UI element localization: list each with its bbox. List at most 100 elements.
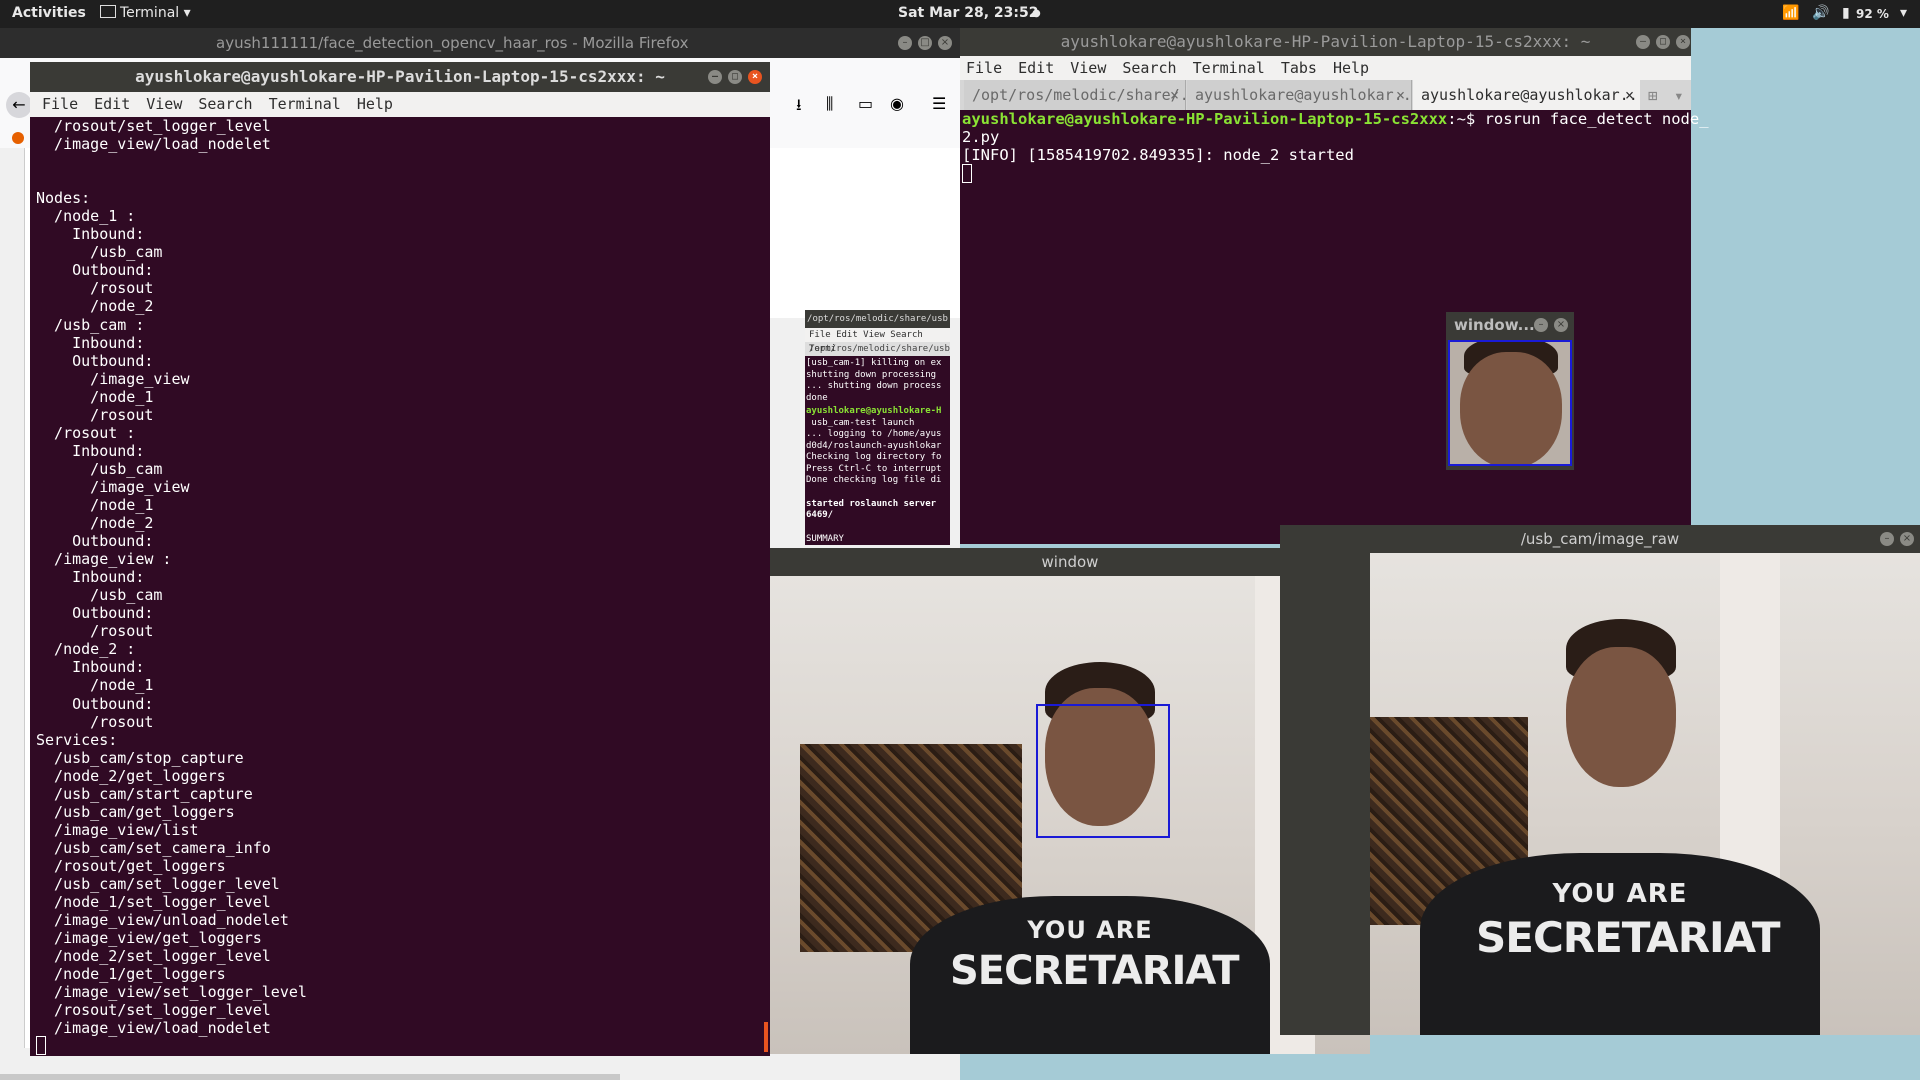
menu-terminal[interactable]: Terminal xyxy=(269,95,341,113)
small-terminal: /opt/ros/melodic/share/usb File Edit Vie… xyxy=(805,310,950,545)
minimize-icon[interactable]: – xyxy=(898,36,912,50)
terminal-icon xyxy=(100,5,116,18)
raw-image-window-title: /usb_cam/image_raw xyxy=(1280,525,1920,553)
left-terminal: ayushlokare@ayushlokare-HP-Pavilion-Lapt… xyxy=(30,62,770,1056)
maximize-icon[interactable]: □ xyxy=(1656,35,1670,49)
menu-edit[interactable]: Edit xyxy=(1018,59,1054,77)
shirt-text-bottom: SECRETARIAT xyxy=(1476,913,1781,962)
close-icon[interactable]: × xyxy=(1554,318,1568,332)
page-content xyxy=(770,148,960,318)
command-wrap: 2.py xyxy=(962,128,1000,146)
right-terminal: ayushlokare@ayushlokare-HP-Pavilion-Lapt… xyxy=(960,28,1709,544)
firefox-titlebar: ayush111111/face_detection_opencv_haar_r… xyxy=(0,28,960,58)
tab-2[interactable]: ayushlokare@ayushlokar... × xyxy=(1187,80,1412,110)
scrollbar-thumb[interactable] xyxy=(764,1022,768,1052)
close-tab-icon[interactable]: × xyxy=(1170,80,1179,110)
close-icon[interactable]: × xyxy=(1900,532,1914,546)
minimize-icon[interactable]: – xyxy=(1534,318,1548,332)
left-terminal-title: ayushlokare@ayushlokare-HP-Pavilion-Lapt… xyxy=(135,67,665,86)
menu-help[interactable]: Help xyxy=(357,95,393,113)
cursor xyxy=(36,1036,46,1055)
close-icon[interactable]: × xyxy=(938,36,952,50)
chevron-down-icon[interactable]: ▾ xyxy=(1674,86,1684,105)
tab-2-label: ayushlokare@ayushlokar... xyxy=(1195,86,1412,104)
camera-frame-raw: YOU ARE SECRETARIAT xyxy=(1370,553,1920,1035)
account-icon[interactable]: ◉ xyxy=(890,94,904,113)
tab-3-active[interactable]: ayushlokare@ayushlokar... × xyxy=(1413,80,1640,110)
menu-help[interactable]: Help xyxy=(1333,59,1369,77)
library-icon[interactable]: ⫼ xyxy=(826,94,833,114)
chevron-down-icon[interactable]: ▾ xyxy=(1900,5,1907,21)
menu-view[interactable]: View xyxy=(1070,59,1106,77)
shirt-text-top: YOU ARE xyxy=(1552,879,1688,909)
small-terminal-menu[interactable]: File Edit View Search Termi xyxy=(805,328,950,354)
hamburger-menu-icon[interactable]: ☰ xyxy=(932,94,946,113)
volume-icon[interactable]: 🔊 xyxy=(1812,5,1829,21)
menu-edit[interactable]: Edit xyxy=(94,95,130,113)
cursor xyxy=(962,164,972,183)
info-line: [INFO] [1585419702.849335]: node_2 start… xyxy=(962,146,1354,164)
small-terminal-output-3: started roslaunch server 6469/ xyxy=(806,498,937,521)
battery-level: 92 % xyxy=(1856,7,1889,21)
face-crop-window: window... – × xyxy=(1446,312,1574,470)
menu-view[interactable]: View xyxy=(146,95,182,113)
shirt-text-top: YOU ARE xyxy=(1027,916,1153,944)
right-terminal-titlebar: ayushlokare@ayushlokare-HP-Pavilion-Lapt… xyxy=(960,28,1691,56)
menu-file[interactable]: File xyxy=(966,59,1002,77)
small-terminal-titlebar: /opt/ros/melodic/share/usb xyxy=(805,310,950,328)
small-terminal-output: [usb_cam-1] killing on ex shutting down … xyxy=(806,358,942,403)
firefox-icon xyxy=(12,132,24,144)
back-icon[interactable]: ← xyxy=(6,92,32,118)
right-terminal-title: ayushlokare@ayushlokare-HP-Pavilion-Lapt… xyxy=(1060,32,1591,51)
wifi-icon[interactable]: 📶 xyxy=(1782,5,1799,21)
raw-image-window: /usb_cam/image_raw – × YOU ARE SECRETARI… xyxy=(1280,525,1920,1035)
terminal-app-menu[interactable]: Terminal ▾ xyxy=(100,5,191,21)
small-terminal-output-4: SUMMARY xyxy=(806,533,844,544)
firefox-title: ayush111111/face_detection_opencv_haar_r… xyxy=(216,34,689,52)
close-icon[interactable]: × xyxy=(748,70,762,84)
left-terminal-output: /rosout/set_logger_level /image_view/loa… xyxy=(36,117,307,1038)
notification-dot-icon: ● xyxy=(1032,8,1041,19)
small-terminal-output-2: usb_cam-test launch ... logging to /home… xyxy=(806,417,942,486)
top-bar: Activities Terminal ▾ Sat Mar 28, 23:52 … xyxy=(0,0,1920,28)
menu-file[interactable]: File xyxy=(42,95,78,113)
prompt-user-host: ayushlokare@ayushlokare-HP-Pavilion-Lapt… xyxy=(962,110,1448,128)
close-tab-icon[interactable]: × xyxy=(1396,80,1405,110)
activities-button[interactable]: Activities xyxy=(12,5,86,21)
menu-search[interactable]: Search xyxy=(1122,59,1176,77)
menu-terminal[interactable]: Terminal xyxy=(1193,59,1265,77)
tab-3-label: ayushlokare@ayushlokar... xyxy=(1421,86,1640,104)
close-tab-icon[interactable]: × xyxy=(1625,80,1634,110)
sidebar-icon[interactable]: ▭ xyxy=(858,94,873,113)
left-terminal-titlebar: ayushlokare@ayushlokare-HP-Pavilion-Lapt… xyxy=(30,62,770,92)
app-menu-label: Terminal xyxy=(120,5,180,21)
right-terminal-menubar: File Edit View Search Terminal Tabs Help xyxy=(960,56,1691,80)
minimize-icon[interactable]: – xyxy=(1880,532,1894,546)
right-terminal-tabbar: /opt/ros/melodic/share/... × ayushlokare@… xyxy=(960,80,1691,110)
tab-1-label: /opt/ros/melodic/share/... xyxy=(972,86,1186,104)
close-icon[interactable]: × xyxy=(1676,35,1690,49)
shirt-text-bottom: SECRETARIAT xyxy=(950,948,1240,994)
new-tab-icon[interactable]: ⊞ xyxy=(1648,86,1658,105)
face-crop-image xyxy=(1448,340,1572,466)
menu-search[interactable]: Search xyxy=(198,95,252,113)
face-bounding-box xyxy=(1036,704,1170,838)
prompt-command: :~$ rosrun face_detect node_ xyxy=(1447,110,1709,128)
minimize-icon[interactable]: – xyxy=(1636,35,1650,49)
battery-icon[interactable]: ▮ xyxy=(1842,5,1850,21)
scrollbar[interactable] xyxy=(0,1074,620,1080)
menu-tabs[interactable]: Tabs xyxy=(1281,59,1317,77)
left-terminal-menubar: File Edit View Search Terminal Help xyxy=(30,92,770,117)
face xyxy=(1566,647,1676,787)
download-icon[interactable]: ⭳ xyxy=(796,94,802,121)
small-terminal-tab[interactable]: /opt/ros/melodic/share/usb_ca xyxy=(805,342,950,356)
maximize-icon[interactable]: □ xyxy=(918,36,932,50)
maximize-icon[interactable]: □ xyxy=(728,70,742,84)
small-terminal-prompt: ayushlokare@ayushlokare-H xyxy=(806,406,942,416)
tab-1[interactable]: /opt/ros/melodic/share/... × xyxy=(964,80,1186,110)
minimize-icon[interactable]: – xyxy=(708,70,722,84)
right-terminal-output: ayushlokare@ayushlokare-HP-Pavilion-Lapt… xyxy=(962,110,1709,183)
face xyxy=(1460,352,1562,464)
clock[interactable]: Sat Mar 28, 23:52 xyxy=(898,5,1039,21)
chevron-down-icon: ▾ xyxy=(183,5,191,21)
